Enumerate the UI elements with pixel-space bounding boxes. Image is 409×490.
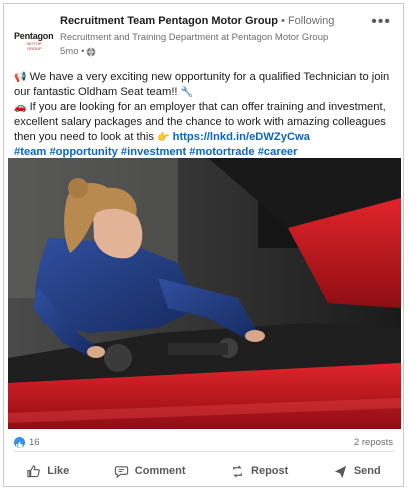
more-options-button[interactable]: ••• bbox=[371, 13, 391, 31]
post-time: 5mo • bbox=[60, 46, 96, 57]
stats-divider bbox=[14, 451, 395, 452]
post-body: 📢 We have a very exciting new opportunit… bbox=[14, 70, 399, 160]
thumbs-up-icon bbox=[27, 464, 41, 477]
author-name[interactable]: Recruitment Team Pentagon Motor Group • … bbox=[60, 15, 334, 27]
author-name-text: Recruitment Team Pentagon Motor Group bbox=[60, 15, 278, 27]
globe-icon bbox=[87, 47, 96, 56]
like-reaction-icon bbox=[14, 437, 25, 448]
car-icon: 🚗 bbox=[14, 102, 27, 113]
mechanic-photo bbox=[8, 158, 401, 429]
post-hashtags[interactable]: #team #opportunity #investment #motortra… bbox=[14, 146, 298, 158]
send-button[interactable]: Send bbox=[333, 464, 381, 479]
send-label: Send bbox=[353, 465, 381, 477]
megaphone-icon: 📢 bbox=[14, 72, 27, 83]
repost-label: Repost bbox=[251, 465, 289, 477]
comment-label: Comment bbox=[134, 465, 186, 477]
comment-button[interactable]: Comment bbox=[114, 464, 186, 479]
like-button[interactable]: Like bbox=[26, 464, 69, 479]
logo-text: Pentagon bbox=[14, 31, 54, 41]
post-header: Pentagon MOTOR GROUP Recruitment Team Pe… bbox=[4, 4, 403, 66]
post-image[interactable] bbox=[8, 158, 401, 429]
post-card: Pentagon MOTOR GROUP Recruitment Team Pe… bbox=[3, 3, 404, 487]
send-icon bbox=[334, 465, 346, 478]
like-count[interactable]: 16 bbox=[29, 437, 40, 448]
logo-subtext: MOTOR GROUP bbox=[27, 41, 42, 51]
like-label: Like bbox=[47, 465, 70, 477]
author-subtitle: Recruitment and Training Department at P… bbox=[60, 32, 329, 43]
comment-icon bbox=[114, 465, 128, 478]
time-text: 5mo • bbox=[60, 46, 85, 57]
pointing-hand-icon: 👉 bbox=[157, 132, 170, 143]
post-stats: 16 2 reposts bbox=[4, 431, 403, 451]
action-bar: Like Comment Repost Send bbox=[4, 456, 403, 486]
wrench-icon: 🔧 bbox=[180, 87, 194, 98]
repost-icon bbox=[233, 464, 242, 478]
post-body-line1: We have a very exciting new opportunity … bbox=[14, 71, 390, 98]
repost-count[interactable]: 2 reposts bbox=[354, 437, 393, 448]
post-link[interactable]: https://lnkd.in/eDWZyCwa bbox=[173, 131, 310, 143]
company-logo[interactable]: Pentagon MOTOR GROUP bbox=[14, 26, 54, 51]
repost-button[interactable]: Repost bbox=[230, 464, 288, 479]
following-status: • Following bbox=[277, 15, 335, 27]
